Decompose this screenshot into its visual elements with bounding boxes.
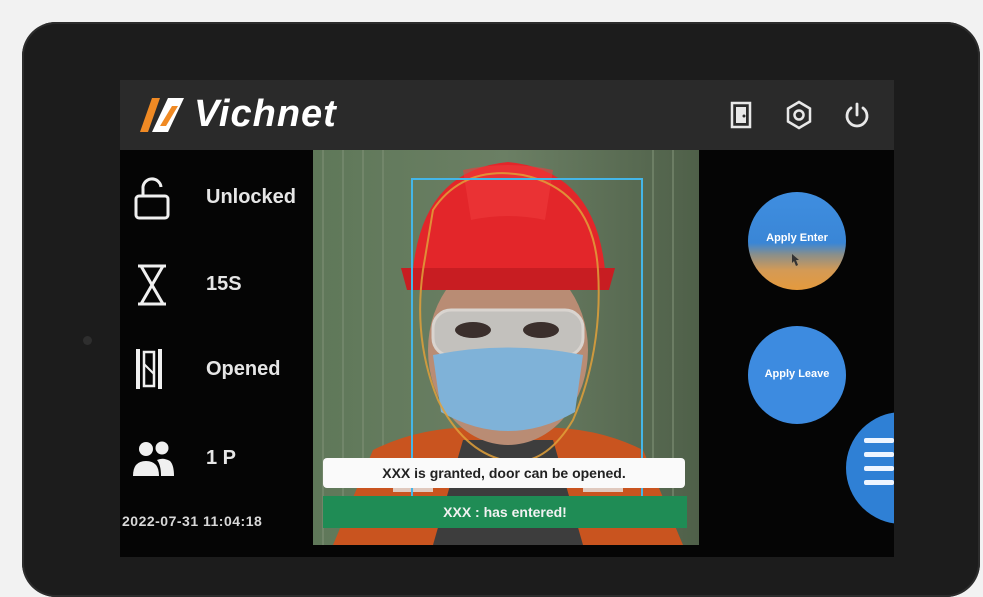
camera-feed: XXX is granted, door can be opened. XXX … (313, 150, 699, 545)
lock-status-label: Unlocked (206, 186, 297, 208)
apply-leave-label: Apply Leave (764, 368, 830, 380)
top-bar: Vichnet (120, 80, 894, 150)
front-camera (83, 336, 92, 345)
menu-line-icon (864, 466, 894, 471)
screen: Vichnet Unlocked 15S Opened 1 P 2022-07-… (120, 80, 894, 557)
timer-status: 15S (120, 256, 315, 316)
datetime: 2022-07-31 11:04:18 (122, 513, 263, 529)
menu-line-icon (864, 480, 894, 485)
hand-cursor-icon (792, 254, 799, 266)
door-status: Opened (120, 342, 315, 402)
door-status-label: Opened (206, 358, 281, 380)
lock-status: Unlocked (120, 170, 315, 230)
timer-status-label: 15S (206, 273, 242, 295)
hourglass-icon (138, 264, 166, 306)
apply-enter-button[interactable]: Apply Enter (748, 192, 846, 290)
open-door-icon (136, 349, 162, 389)
brand-name: Vichnet (194, 93, 337, 135)
menu-line-icon (864, 438, 894, 443)
power-icon[interactable] (842, 100, 872, 130)
access-granted-message: XXX is granted, door can be opened. (323, 458, 685, 488)
unlocked-padlock-icon (134, 177, 170, 220)
people-count-label: 1 P (206, 447, 237, 469)
menu-line-icon (864, 452, 894, 457)
people-status: 1 P (120, 430, 315, 490)
door-icon[interactable] (726, 100, 756, 130)
people-icon (133, 441, 174, 476)
entered-message: XXX : has entered! (323, 496, 687, 528)
vichnet-logo-icon (140, 98, 184, 132)
apply-enter-label: Apply Enter (766, 232, 828, 244)
settings-icon[interactable] (784, 100, 814, 130)
apply-leave-button[interactable]: Apply Leave (748, 326, 846, 424)
menu-button[interactable] (846, 412, 894, 524)
